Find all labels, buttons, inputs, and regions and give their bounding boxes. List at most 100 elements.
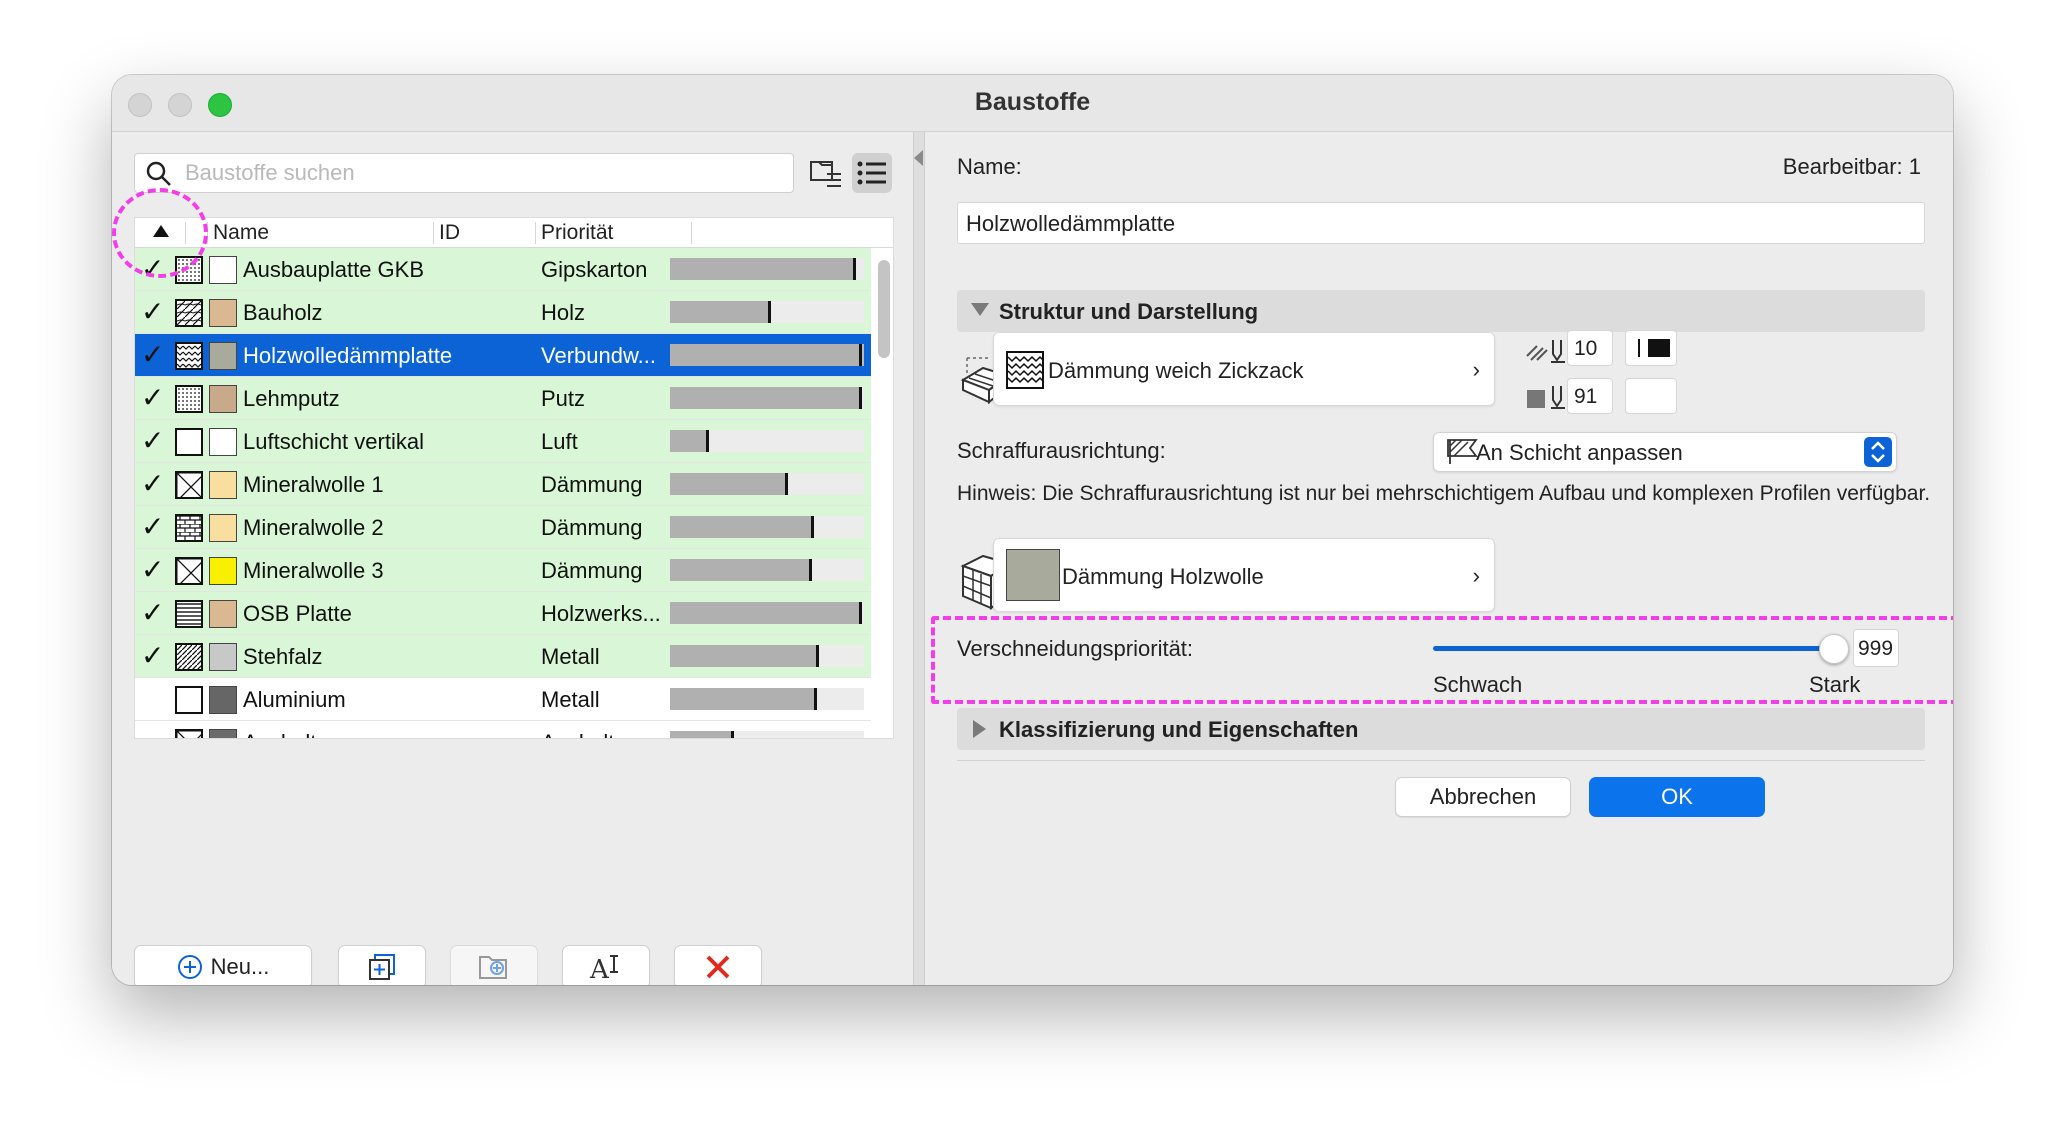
- hatch-pattern-icon: [175, 471, 203, 499]
- hatch-orientation-label: Schraffurausrichtung:: [957, 438, 1166, 463]
- material-name: Holzwolledämmplatte: [243, 343, 453, 368]
- material-id: Asphalt: [541, 730, 669, 738]
- search-input[interactable]: [185, 158, 785, 188]
- rename-material-button[interactable]: A: [562, 945, 650, 985]
- cut-fill-picker[interactable]: Dämmung weich Zickzack ›: [993, 332, 1495, 406]
- priority-bar-fill: [670, 258, 856, 280]
- titlebar: Baustoffe: [112, 75, 1953, 132]
- priority-bar-fill: [670, 387, 862, 409]
- column-header-priority[interactable]: Priorität: [541, 221, 613, 245]
- material-id: Holzwerks...: [541, 601, 661, 626]
- hatch-pattern-icon: [175, 342, 203, 370]
- material-id: Putz: [541, 386, 586, 411]
- table-row[interactable]: Asphalt grau Asphalt: [135, 721, 871, 738]
- svg-text:A: A: [589, 955, 610, 982]
- list-icon: [857, 161, 886, 185]
- material-name: Lehmputz: [243, 386, 340, 411]
- material-id: Gipskarton: [541, 257, 648, 282]
- table-row[interactable]: ✓ Mineralwolle 3 Dämmung: [135, 549, 871, 592]
- table-row[interactable]: ✓ Bauholz Holz: [135, 291, 871, 334]
- table-row[interactable]: ✓ Mineralwolle 1 Dämmung: [135, 463, 871, 506]
- column-header-name[interactable]: Name: [213, 221, 269, 245]
- priority-bar: [670, 559, 864, 581]
- material-id: Holz: [541, 300, 586, 325]
- materials-list-pane: Name ID Priorität ✓ Ausbauplatte GKB Gipsk…: [112, 132, 913, 985]
- section-structure-header[interactable]: Struktur und Darstellung: [957, 290, 1925, 332]
- checkmark-icon: ✓: [141, 554, 165, 585]
- fit-layer-hatch-icon: [1447, 439, 1478, 464]
- surface-color-swatch: [209, 385, 237, 413]
- material-id: Metall: [541, 644, 600, 669]
- checkmark-icon: ✓: [141, 382, 165, 413]
- disclosure-right-icon: [973, 720, 986, 738]
- material-id: Luft: [541, 429, 578, 454]
- table-row[interactable]: ✓ Holzwolledämmplatte Verbundw...: [135, 334, 871, 377]
- collapse-arrow-icon[interactable]: [914, 150, 923, 166]
- hatch-pattern-icon: [175, 729, 203, 738]
- surface-color-swatch: [209, 428, 237, 456]
- priority-bar-fill: [670, 516, 814, 538]
- checkmark-icon: ✓: [141, 511, 165, 542]
- priority-bar-fill: [670, 645, 819, 667]
- search-box[interactable]: [134, 153, 794, 193]
- new-material-button[interactable]: Neu...: [134, 945, 312, 985]
- priority-bar: [670, 645, 864, 667]
- hatch-orientation-select[interactable]: An Schicht anpassen: [1433, 432, 1897, 472]
- hatch-pattern-icon: [175, 428, 203, 456]
- priority-bar: [670, 731, 864, 738]
- delete-x-icon: [706, 955, 730, 979]
- material-id: Dämmung: [541, 515, 643, 540]
- material-id: Verbundw...: [541, 343, 656, 368]
- hatch-orientation-value: An Schicht anpassen: [1476, 440, 1683, 465]
- table-row[interactable]: ✓ Stehfalz Metall: [135, 635, 871, 678]
- cut-fill-pen-swatch[interactable]: [1625, 330, 1677, 366]
- table-scrollbar[interactable]: [878, 260, 890, 358]
- table-row[interactable]: ✓ Lehmputz Putz: [135, 377, 871, 420]
- editable-count-label: Bearbeitbar: 1: [1782, 154, 1921, 179]
- cancel-button[interactable]: Abbrechen: [1395, 777, 1571, 817]
- background-pen-field[interactable]: 91: [1567, 378, 1613, 414]
- list-view-button[interactable]: [852, 153, 892, 193]
- folder-view-button[interactable]: [806, 153, 846, 193]
- priority-bar-fill: [670, 688, 817, 710]
- surface-color-swatch: [209, 729, 237, 738]
- priority-bar-fill: [670, 344, 862, 366]
- surface-color-swatch: [209, 514, 237, 542]
- duplicate-icon: [369, 954, 395, 980]
- priority-bar-fill: [670, 430, 709, 452]
- section-structure-title: Struktur und Darstellung: [999, 299, 1259, 324]
- highlight-annotation: [931, 616, 1953, 704]
- table-row[interactable]: ✓ OSB Platte Holzwerks...: [135, 592, 871, 635]
- ok-button[interactable]: OK: [1589, 777, 1765, 817]
- delete-material-button[interactable]: [674, 945, 762, 985]
- plus-circle-icon: [177, 955, 202, 979]
- material-name: Mineralwolle 3: [243, 558, 384, 583]
- material-id: Metall: [541, 687, 600, 712]
- material-name: Luftschicht vertikal: [243, 429, 424, 454]
- duplicate-material-button[interactable]: [338, 945, 426, 985]
- surface-color-swatch: [209, 686, 237, 714]
- surface-color-swatch: [209, 342, 237, 370]
- surface-color-swatch: [209, 256, 237, 284]
- hatch-pattern-icon: [175, 299, 203, 327]
- select-stepper-icon: [1864, 437, 1892, 467]
- material-name: Bauholz: [243, 300, 323, 325]
- section-classification-header[interactable]: Klassifizierung und Eigenschaften: [957, 708, 1925, 750]
- table-row[interactable]: ✓ Luftschicht vertikal Luft: [135, 420, 871, 463]
- table-row[interactable]: ✓ Ausbauplatte GKB Gipskarton: [135, 248, 871, 291]
- material-id: Dämmung: [541, 558, 643, 583]
- column-header-id[interactable]: ID: [439, 221, 460, 245]
- cut-fill-pen-field[interactable]: 10: [1567, 330, 1613, 366]
- surface-picker[interactable]: Dämmung Holzwolle ›: [993, 538, 1495, 612]
- table-row[interactable]: Aluminium Metall: [135, 678, 871, 721]
- material-settings-pane: Name: Bearbeitbar: 1 Holzwolledämmplatte…: [925, 132, 1953, 985]
- import-material-button[interactable]: [450, 945, 538, 985]
- table-row[interactable]: ✓ Mineralwolle 2 Dämmung: [135, 506, 871, 549]
- pane-splitter[interactable]: [913, 132, 925, 985]
- background-pen-swatch[interactable]: [1625, 378, 1677, 414]
- disclosure-down-icon: [971, 303, 989, 316]
- priority-bar: [670, 258, 864, 280]
- material-name-field[interactable]: Holzwolledämmplatte: [957, 202, 1925, 244]
- materials-rows: ✓ Ausbauplatte GKB Gipskarton ✓ Bauholz Holz ✓…: [135, 248, 871, 738]
- checkmark-icon: ✓: [141, 597, 165, 628]
